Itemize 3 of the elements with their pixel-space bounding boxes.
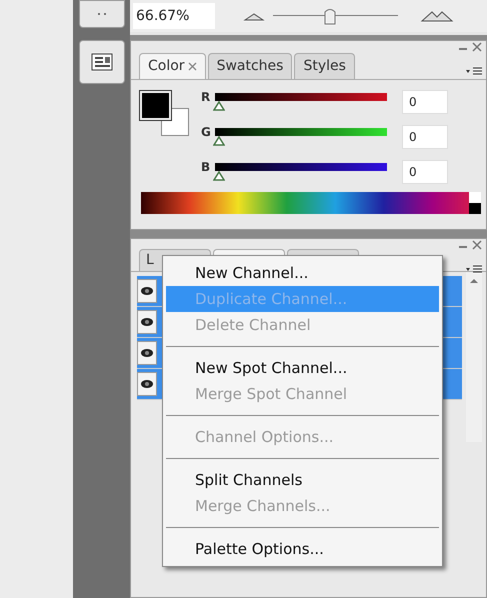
channel-label: R xyxy=(201,90,212,104)
channel-label: G xyxy=(201,125,212,139)
channel-label: B xyxy=(201,160,212,174)
